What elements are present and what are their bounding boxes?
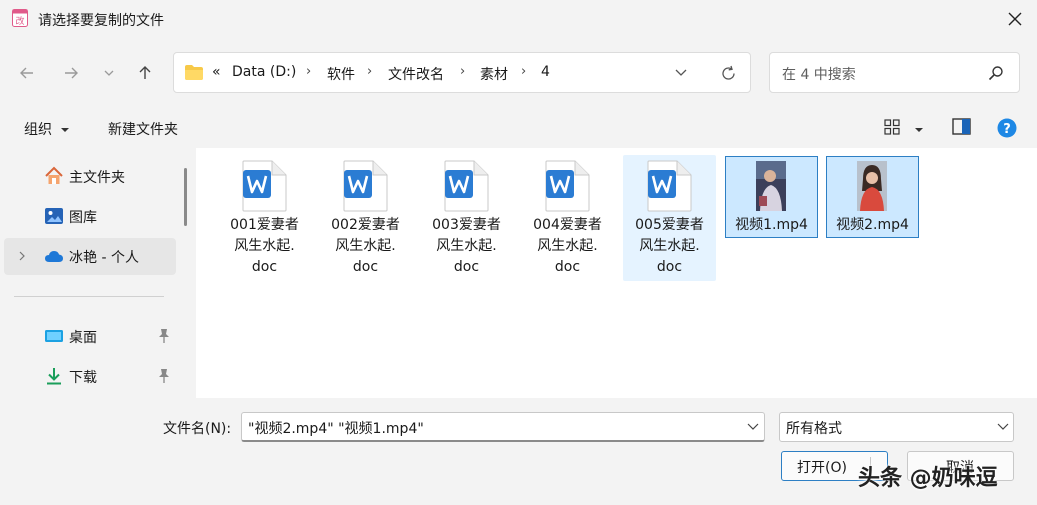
- filename-value: "视频2.mp4" "视频1.mp4": [248, 421, 424, 437]
- help-button[interactable]: ?: [997, 118, 1017, 142]
- breadcrumb-separator: ›: [367, 64, 373, 79]
- organize-label: 组织: [24, 122, 52, 138]
- close-button[interactable]: [1000, 4, 1030, 34]
- download-icon: [47, 368, 61, 385]
- new-folder-button[interactable]: 新建文件夹: [108, 119, 178, 139]
- file-item[interactable]: 005爱妻者 风生水起. doc: [623, 155, 716, 281]
- preview-pane-icon: [952, 118, 971, 135]
- arrow-left-icon: [20, 67, 33, 79]
- sidebar-item-onedrive[interactable]: 冰艳 - 个人: [4, 238, 176, 275]
- back-button[interactable]: [14, 60, 40, 86]
- sidebar-item-label: 图库: [69, 210, 97, 226]
- breadcrumb-item-rename[interactable]: 文件改名: [388, 64, 444, 84]
- file-name: 视频2.mp4: [836, 217, 909, 233]
- desktop-icon: [45, 330, 63, 342]
- file-name: 视频1.mp4: [735, 217, 808, 233]
- caret-down-icon: [61, 128, 70, 132]
- help-icon: ?: [997, 118, 1017, 138]
- cloud-icon: [45, 251, 63, 262]
- file-name: 003爱妻者 风生水起. doc: [432, 217, 501, 275]
- word-doc-icon: [444, 160, 489, 212]
- chevron-down-icon[interactable]: [747, 423, 759, 431]
- preview-pane-button[interactable]: [952, 118, 971, 139]
- filename-input[interactable]: "视频2.mp4" "视频1.mp4": [241, 412, 765, 442]
- sidebar-item-label: 下载: [69, 370, 97, 386]
- word-doc-icon: [242, 160, 287, 212]
- folder-icon: [185, 65, 203, 80]
- word-doc-icon: [545, 160, 590, 212]
- file-name: 005爱妻者 风生水起. doc: [635, 217, 704, 275]
- grid-view-icon: [884, 119, 900, 135]
- file-name: 004爱妻者 风生水起. doc: [533, 217, 602, 275]
- arrow-right-icon: [65, 67, 78, 79]
- video-thumbnail-icon: [857, 161, 887, 211]
- window-title: 请选择要复制的文件: [38, 13, 164, 29]
- breadcrumb-separator: ›: [521, 64, 527, 79]
- search-placeholder: 在 4 中搜索: [782, 67, 856, 83]
- file-type-select[interactable]: 所有格式: [779, 412, 1014, 442]
- search-box[interactable]: 在 4 中搜索: [769, 52, 1020, 93]
- file-name: 001爱妻者 风生水起. doc: [230, 217, 299, 275]
- svg-text:?: ?: [1003, 122, 1011, 137]
- open-label: 打开(O): [797, 460, 847, 476]
- sidebar-item-label: 主文件夹: [69, 170, 125, 186]
- app-icon: 改: [12, 9, 28, 27]
- chevron-down-icon: [997, 423, 1009, 430]
- up-button[interactable]: [132, 60, 158, 86]
- file-item[interactable]: 003爱妻者 风生水起. doc: [420, 155, 513, 281]
- file-item[interactable]: 002爱妻者 风生水起. doc: [319, 155, 412, 281]
- video-file-item[interactable]: 视频2.mp4: [826, 156, 919, 238]
- pin-icon[interactable]: [157, 368, 171, 384]
- recent-locations-button[interactable]: [96, 60, 122, 86]
- caret-down-icon: [915, 128, 923, 132]
- video-file-item[interactable]: 视频1.mp4: [725, 156, 818, 238]
- view-dropdown-button[interactable]: [914, 122, 924, 138]
- refresh-icon[interactable]: [720, 65, 737, 82]
- search-icon: [988, 66, 1003, 81]
- breadcrumb-item-software[interactable]: 软件: [327, 64, 355, 84]
- arrow-up-icon: [139, 66, 151, 79]
- breadcrumb-item-current[interactable]: 4: [541, 64, 550, 80]
- address-bar[interactable]: « Data (D:) › 软件 › 文件改名 › 素材 › 4: [173, 52, 751, 93]
- home-icon: [45, 166, 63, 184]
- sidebar-item-downloads[interactable]: 下载: [4, 358, 174, 394]
- sidebar-item-gallery[interactable]: 图库: [4, 198, 174, 234]
- forward-button[interactable]: [58, 60, 84, 86]
- word-doc-icon: [647, 160, 692, 212]
- view-options-button[interactable]: [884, 119, 900, 139]
- sidebar-divider: [14, 296, 164, 297]
- breadcrumb-separator: ›: [306, 64, 312, 79]
- breadcrumb-item-material[interactable]: 素材: [480, 64, 508, 84]
- word-doc-icon: [343, 160, 388, 212]
- chevron-down-icon[interactable]: [674, 68, 688, 78]
- watermark: 头条 @奶味逗: [858, 466, 998, 491]
- sidebar-item-label: 冰艳 - 个人: [69, 250, 139, 266]
- breadcrumb-item-drive[interactable]: Data (D:): [232, 64, 296, 80]
- file-item[interactable]: 001爱妻者 风生水起. doc: [218, 155, 311, 281]
- sidebar-item-home[interactable]: 主文件夹: [4, 158, 174, 194]
- chevron-down-icon: [104, 70, 114, 76]
- svg-text:改: 改: [15, 15, 24, 27]
- sidebar-item-label: 桌面: [69, 330, 97, 346]
- breadcrumb-overflow[interactable]: «: [212, 64, 221, 80]
- pin-icon[interactable]: [157, 328, 171, 344]
- video-thumbnail-icon: [756, 161, 786, 211]
- close-icon: [1008, 12, 1022, 26]
- chevron-right-icon[interactable]: [16, 250, 28, 262]
- breadcrumb-separator: ›: [460, 64, 466, 79]
- file-item[interactable]: 004爱妻者 风生水起. doc: [521, 155, 614, 281]
- filename-label: 文件名(N):: [163, 421, 232, 437]
- gallery-icon: [45, 208, 63, 224]
- organize-button[interactable]: 组织: [24, 119, 70, 139]
- file-name: 002爱妻者 风生水起. doc: [331, 217, 400, 275]
- sidebar-item-desktop[interactable]: 桌面: [4, 318, 174, 354]
- sidebar-scrollbar[interactable]: [184, 168, 187, 226]
- file-type-value: 所有格式: [786, 421, 842, 437]
